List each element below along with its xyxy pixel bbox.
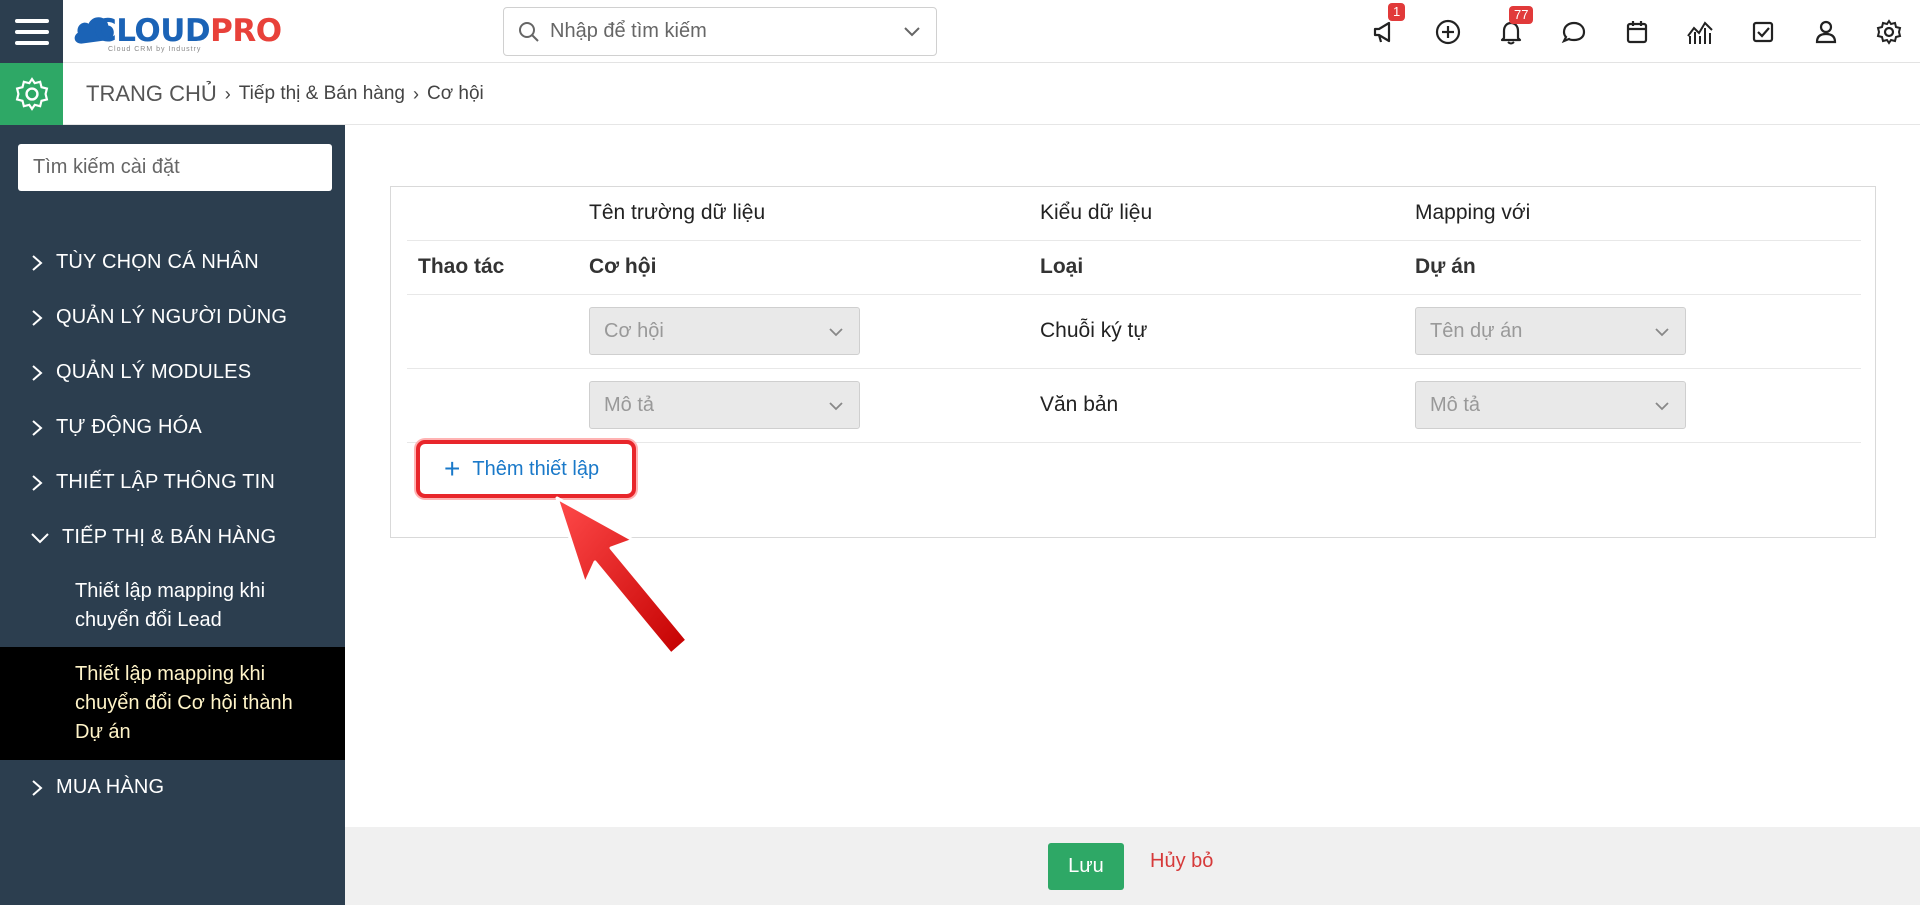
- header-action: Thao tác: [418, 255, 505, 278]
- data-type-value: Chuỗi ký tự: [1040, 319, 1148, 342]
- hamburger-menu-icon[interactable]: [0, 0, 63, 63]
- chevron-down-icon: [1655, 328, 1669, 337]
- chevron-down-icon: [829, 402, 843, 411]
- sidebar-subitem-opportunity-mapping[interactable]: Thiết lập mapping khi chuyển đổi Cơ hội …: [0, 647, 345, 760]
- global-search[interactable]: [503, 7, 937, 56]
- table-subheader-row: Thao tác Cơ hội Loại Dự án: [407, 241, 1861, 295]
- chevron-right-icon: ›: [224, 83, 231, 104]
- sidebar-item-label: MUA HÀNG: [56, 776, 165, 798]
- table-header-row: Tên trường dữ liệu Kiểu dữ liệu Mapping …: [407, 187, 1861, 241]
- sidebar-item-label: TIẾP THỊ & BÁN HÀNG: [62, 526, 277, 548]
- megaphone-icon[interactable]: 1: [1353, 0, 1416, 63]
- sidebar-item-label: TỰ ĐỘNG HÓA: [56, 416, 202, 438]
- save-button[interactable]: Lưu: [1048, 843, 1124, 890]
- header-target-module: Dự án: [1415, 255, 1476, 278]
- chat-icon[interactable]: [1542, 0, 1605, 63]
- header-type: Loại: [1040, 255, 1084, 278]
- sidebar-item-label: TÙY CHỌN CÁ NHÂN: [56, 251, 259, 273]
- table-row: Mô tả Văn bản Mô tả: [407, 369, 1861, 443]
- chevron-right-icon: [30, 778, 50, 798]
- target-field-select[interactable]: Mô tả: [1415, 381, 1686, 429]
- notification-badge: 77: [1509, 6, 1534, 24]
- settings-menu: TÙY CHỌN CÁ NHÂN QUẢN LÝ NGƯỜI DÙNG QUẢN…: [0, 235, 345, 815]
- data-type-value: Văn bản: [1040, 393, 1119, 416]
- settings-search-input[interactable]: [18, 144, 332, 191]
- bell-icon[interactable]: 77: [1479, 0, 1542, 63]
- annotation-arrow-icon: [555, 496, 689, 656]
- global-search-input[interactable]: [550, 20, 890, 43]
- checkbox-icon[interactable]: [1731, 0, 1794, 63]
- sidebar-item-personal-options[interactable]: TÙY CHỌN CÁ NHÂN: [0, 235, 345, 290]
- breadcrumb-bar: TRANG CHỦ › Tiếp thị & Bán hàng › Cơ hội: [0, 63, 1920, 125]
- chevron-right-icon: [30, 253, 50, 273]
- user-icon[interactable]: [1794, 0, 1857, 63]
- chart-icon[interactable]: [1668, 0, 1731, 63]
- header-data-type: Kiểu dữ liệu: [1040, 201, 1153, 224]
- action-footer: Lưu Hủy bỏ: [345, 827, 1920, 905]
- sidebar-subitem-label: Thiết lập mapping khi chuyển đổi Cơ hội …: [75, 663, 293, 743]
- header-field-name: Tên trường dữ liệu: [589, 201, 766, 224]
- logo-accent-text: PRO: [210, 13, 282, 49]
- breadcrumb-marketing[interactable]: Tiếp thị & Bán hàng: [239, 83, 405, 105]
- chevron-right-icon: [30, 418, 50, 438]
- breadcrumb-home[interactable]: TRANG CHỦ: [86, 81, 217, 107]
- table-row: Cơ hội Chuỗi ký tự Tên dự án: [407, 295, 1861, 369]
- top-bar: CLOUDPRO Cloud CRM by Industry 1 77: [0, 0, 1920, 63]
- add-setting-button[interactable]: + Thêm thiết lập: [444, 444, 599, 494]
- breadcrumb-opportunity: Cơ hội: [426, 83, 484, 104]
- sidebar-item-info-setup[interactable]: THIẾT LẬP THÔNG TIN: [0, 455, 345, 510]
- chevron-down-icon: [30, 531, 56, 545]
- sidebar-item-purchasing[interactable]: MUA HÀNG: [0, 760, 345, 815]
- chevron-right-icon: [30, 308, 50, 328]
- sidebar-item-label: QUẢN LÝ MODULES: [56, 361, 252, 383]
- chevron-right-icon: [30, 473, 50, 493]
- source-field-select[interactable]: Cơ hội: [589, 307, 860, 355]
- sidebar-item-modules[interactable]: QUẢN LÝ MODULES: [0, 345, 345, 400]
- sidebar-item-automation[interactable]: TỰ ĐỘNG HÓA: [0, 400, 345, 455]
- add-setting-label: Thêm thiết lập: [472, 457, 600, 480]
- calendar-icon[interactable]: [1605, 0, 1668, 63]
- sidebar-item-label: THIẾT LẬP THÔNG TIN: [56, 471, 276, 493]
- chevron-right-icon: ›: [412, 83, 419, 104]
- search-icon: [519, 21, 539, 42]
- chevron-down-icon: [1655, 402, 1669, 411]
- target-field-select[interactable]: Tên dự án: [1415, 307, 1686, 355]
- sidebar-item-marketing-sales[interactable]: TIẾP THỊ & BÁN HÀNG: [0, 510, 345, 565]
- source-field-select[interactable]: Mô tả: [589, 381, 860, 429]
- sidebar-subitem-lead-mapping[interactable]: Thiết lập mapping khi chuyển đổi Lead: [0, 565, 345, 647]
- announcement-badge: 1: [1388, 3, 1406, 21]
- cloudpro-logo[interactable]: CLOUDPRO Cloud CRM by Industry: [72, 6, 282, 56]
- sidebar-subitem-label: Thiết lập mapping khi chuyển đổi Lead: [75, 580, 266, 631]
- logo-tagline: Cloud CRM by Industry: [108, 46, 202, 53]
- top-icons: 1 77: [1353, 0, 1920, 63]
- chevron-down-icon: [829, 328, 843, 337]
- plus-icon: +: [444, 453, 461, 484]
- sidebar-item-label: QUẢN LÝ NGƯỜI DÙNG: [56, 306, 288, 328]
- sidebar-item-user-management[interactable]: QUẢN LÝ NGƯỜI DÙNG: [0, 290, 345, 345]
- chevron-down-icon[interactable]: [902, 22, 922, 42]
- cancel-button[interactable]: Hủy bỏ: [1150, 850, 1213, 873]
- header-mapping: Mapping với: [1415, 201, 1531, 224]
- settings-sidebar: TÙY CHỌN CÁ NHÂN QUẢN LÝ NGƯỜI DÙNG QUẢN…: [0, 125, 345, 905]
- header-source-module: Cơ hội: [589, 255, 657, 278]
- settings-gear-icon[interactable]: [0, 63, 63, 125]
- chevron-right-icon: [30, 363, 50, 383]
- breadcrumb: TRANG CHỦ › Tiếp thị & Bán hàng › Cơ hội: [86, 63, 484, 125]
- plus-circle-icon[interactable]: [1416, 0, 1479, 63]
- logo-main-text: CLOUD: [94, 13, 211, 49]
- settings-icon[interactable]: [1857, 0, 1920, 63]
